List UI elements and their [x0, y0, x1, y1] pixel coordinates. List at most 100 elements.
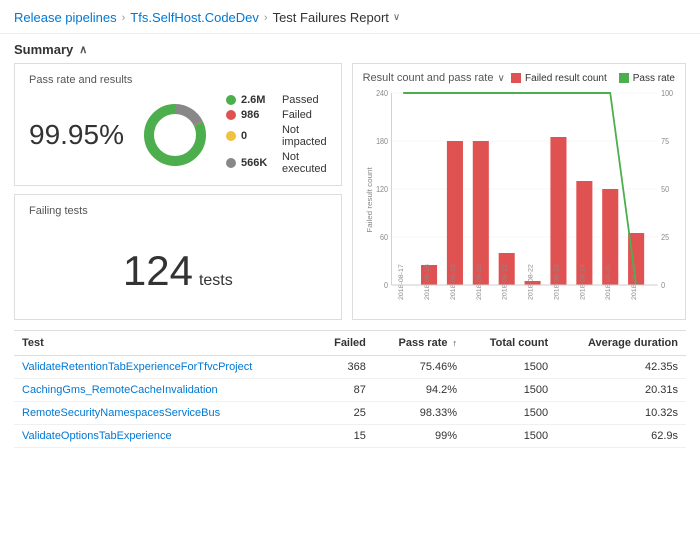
failing-tests-card: Failing tests 124 tests: [14, 194, 342, 320]
breadcrumb-sep-0: ›: [122, 12, 126, 24]
cell-avg-duration-2: 10.32s: [556, 402, 686, 425]
svg-text:2018-08-22: 2018-08-22: [527, 264, 534, 300]
cell-failed-3: 15: [315, 425, 373, 448]
breadcrumb: Release pipelines › Tfs.SelfHost.CodeDev…: [0, 0, 700, 34]
svg-text:25: 25: [661, 233, 669, 242]
legend-not-executed-val: 566K: [241, 157, 277, 169]
legend-passed-dot: [226, 95, 236, 105]
bar-6: [550, 137, 566, 285]
breadcrumb-sep-1: ›: [264, 12, 268, 24]
table-row: RemoteSecurityNamespacesServiceBus 25 98…: [14, 402, 686, 425]
cell-avg-duration-3: 62.9s: [556, 425, 686, 448]
svg-text:2018-08-26: 2018-08-26: [631, 264, 638, 300]
cell-total-count-3: 1500: [465, 425, 556, 448]
cell-pass-rate-1: 94.2%: [374, 379, 465, 402]
cell-pass-rate-3: 99%: [374, 425, 465, 448]
cell-avg-duration-1: 20.31s: [556, 379, 686, 402]
svg-text:240: 240: [376, 90, 388, 98]
table-section: Test Failed Pass rate ↑ Total count Aver…: [0, 330, 700, 458]
col-header-pass-rate[interactable]: Pass rate ↑: [374, 331, 465, 356]
cell-total-count-1: 1500: [465, 379, 556, 402]
donut-svg: [140, 100, 210, 170]
cell-failed-1: 87: [315, 379, 373, 402]
col-header-failed: Failed: [315, 331, 373, 356]
svg-text:75: 75: [661, 137, 669, 146]
legend-item-failed: 986 Failed: [226, 109, 327, 121]
svg-text:2018-08-18: 2018-08-18: [424, 264, 431, 300]
svg-text:Failed result count: Failed result count: [365, 166, 373, 232]
breadcrumb-chevron-icon: ∨: [393, 12, 400, 23]
legend-item-passed: 2.6M Passed: [226, 94, 327, 106]
chart-legend: 2.6M Passed 986 Failed 0 Not impacted: [226, 94, 327, 175]
col-header-total-count: Total count: [465, 331, 556, 356]
cell-total-count-2: 1500: [465, 402, 556, 425]
cell-failed-0: 368: [315, 356, 373, 379]
cell-pass-rate-2: 98.33%: [374, 402, 465, 425]
legend-item-not-impacted: 0 Not impacted: [226, 124, 327, 148]
legend-not-impacted-val: 0: [241, 130, 277, 142]
chart-legend-pass-rate: Pass rate: [619, 73, 675, 84]
cell-test-2[interactable]: RemoteSecurityNamespacesServiceBus: [14, 402, 315, 425]
col-header-test: Test: [14, 331, 315, 356]
bar-2: [447, 141, 463, 285]
svg-text:50: 50: [661, 185, 669, 194]
legend-failed-dot: [226, 110, 236, 120]
chart-title: Result count and pass rate: [363, 72, 494, 84]
cell-avg-duration-0: 42.35s: [556, 356, 686, 379]
legend-passed-label: Passed: [282, 94, 319, 106]
legend-failed-label: Failed: [282, 109, 312, 121]
summary-toggle-icon[interactable]: ∧: [79, 43, 87, 56]
pass-rate-card-title: Pass rate and results: [29, 74, 327, 86]
chart-legend-container: Failed result count Pass rate: [511, 73, 675, 84]
data-table: Test Failed Pass rate ↑ Total count Aver…: [14, 330, 686, 448]
legend-item-not-executed: 566K Not executed: [226, 151, 327, 175]
pass-rate-content: 99.95%: [29, 94, 327, 175]
sort-icon: ↑: [453, 338, 458, 348]
svg-text:120: 120: [376, 185, 388, 194]
pass-rate-percentage: 99.95%: [29, 119, 124, 151]
table-row: CachingGms_RemoteCacheInvalidation 87 94…: [14, 379, 686, 402]
cell-test-0[interactable]: ValidateRetentionTabExperienceForTfvcPro…: [14, 356, 315, 379]
svg-text:60: 60: [380, 233, 388, 242]
cell-test-3[interactable]: ValidateOptionsTabExperience: [14, 425, 315, 448]
failing-tests-title: Failing tests: [29, 205, 327, 217]
chart-legend-failed-label: Failed result count: [525, 73, 607, 84]
breadcrumb-item-1[interactable]: Tfs.SelfHost.CodeDev: [130, 10, 259, 25]
svg-text:100: 100: [661, 90, 673, 98]
col-header-avg-duration: Average duration: [556, 331, 686, 356]
cell-failed-2: 25: [315, 402, 373, 425]
chart-legend-failed: Failed result count: [511, 73, 607, 84]
svg-text:2018-08-21: 2018-08-21: [502, 264, 509, 300]
breadcrumb-item-0[interactable]: Release pipelines: [14, 10, 117, 25]
failing-tests-value: 124: [123, 237, 193, 301]
table-body: ValidateRetentionTabExperienceForTfvcPro…: [14, 356, 686, 448]
cell-test-1[interactable]: CachingGms_RemoteCacheInvalidation: [14, 379, 315, 402]
legend-passed-val: 2.6M: [241, 94, 277, 106]
cell-total-count-0: 1500: [465, 356, 556, 379]
table-header: Test Failed Pass rate ↑ Total count Aver…: [14, 331, 686, 356]
summary-header: Summary ∧: [0, 34, 700, 63]
legend-failed-val: 986: [241, 109, 277, 121]
left-panel: Pass rate and results 99.95%: [14, 63, 342, 320]
chart-legend-failed-box: [511, 73, 521, 83]
svg-text:180: 180: [376, 137, 388, 146]
table-row: ValidateRetentionTabExperienceForTfvcPro…: [14, 356, 686, 379]
chart-panel: Result count and pass rate ∨ Failed resu…: [352, 63, 686, 320]
summary-panels: Pass rate and results 99.95%: [0, 63, 700, 330]
donut-chart: [140, 100, 210, 170]
svg-text:2018-08-23: 2018-08-23: [553, 264, 560, 300]
pass-rate-card: Pass rate and results 99.95%: [14, 63, 342, 186]
chart-legend-pass-rate-box: [619, 73, 629, 83]
legend-not-executed-dot: [226, 158, 236, 168]
svg-text:0: 0: [384, 281, 388, 290]
svg-text:2018-08-25: 2018-08-25: [605, 264, 612, 300]
chart-area: 0 0 60 25 120 50 180 75 240 100 Failed: [363, 90, 675, 310]
chart-header: Result count and pass rate ∨ Failed resu…: [363, 72, 675, 84]
svg-text:2018-08-24: 2018-08-24: [579, 264, 586, 300]
svg-text:0: 0: [661, 281, 665, 290]
bar-3: [472, 141, 488, 285]
summary-label: Summary: [14, 42, 73, 57]
failing-tests-label: tests: [199, 272, 233, 290]
chart-toggle-icon[interactable]: ∨: [497, 73, 504, 84]
chart-svg: 0 0 60 25 120 50 180 75 240 100 Failed: [363, 90, 675, 310]
